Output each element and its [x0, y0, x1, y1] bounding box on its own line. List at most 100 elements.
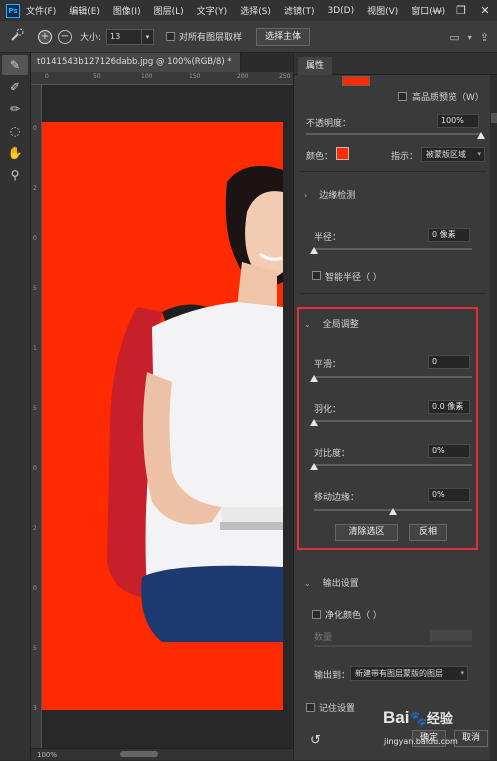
divider	[300, 293, 486, 294]
menu-3d[interactable]: 3D(D)	[327, 6, 354, 16]
tab-properties[interactable]: 属性	[298, 57, 333, 75]
view-mode-thumbnail[interactable]	[342, 76, 370, 86]
menu-filter[interactable]: 滤镜(T)	[284, 4, 315, 17]
ruler-label: 0	[45, 73, 49, 80]
reset-icon[interactable]: ↺	[310, 733, 321, 748]
amount-label: 数量	[314, 633, 333, 643]
menu-edit[interactable]: 编辑(E)	[69, 4, 100, 17]
menu-bar: Ps 文件(F) 编辑(E) 图像(I) 图层(L) 文字(Y) 选择(S) 滤…	[0, 0, 497, 21]
chevron-down-icon[interactable]: ▾	[142, 28, 155, 45]
ruler-label: 50	[93, 73, 101, 80]
ruler-label: 5	[33, 405, 37, 412]
photo-canvas[interactable]	[42, 122, 283, 710]
panel-header: 属性	[294, 53, 497, 75]
watermark-brand-suffix: 经验	[426, 711, 453, 726]
ruler-left: 0 2 0 5 1 5 0 2 0 5 3	[31, 85, 42, 748]
ruler-label: 5	[33, 285, 37, 292]
ruler-label: 0	[33, 585, 37, 592]
smart-radius-checkbox[interactable]	[312, 271, 321, 280]
ruler-label: 150	[189, 73, 201, 80]
watermark-brand: Bai🐾经验	[383, 708, 453, 728]
panel-scroll-thumb[interactable]	[491, 113, 497, 123]
ruler-label: 0	[33, 125, 37, 132]
output-to-value: 新建带有图层蒙版的图层	[355, 669, 443, 678]
hq-preview-label: 高品质预览（W）	[412, 93, 484, 103]
cancel-button[interactable]: 取消	[454, 730, 488, 747]
brush-size-input[interactable]: 13	[106, 28, 143, 45]
ruler-label: 250	[279, 73, 291, 80]
refine-edge-brush-icon[interactable]: ✐	[2, 77, 28, 97]
radius-slider[interactable]	[314, 248, 472, 250]
opacity-input[interactable]: 100%	[437, 114, 479, 128]
hand-icon[interactable]: ✋	[2, 143, 28, 163]
document-tab[interactable]: t0141543b127126dabb.jpg @ 100%(RGB/8) * ×	[31, 53, 241, 72]
paw-icon: 🐾	[409, 710, 427, 726]
opacity-label: 不透明度：	[306, 119, 352, 129]
zoom-icon[interactable]: ⚲	[2, 165, 28, 185]
lasso-icon[interactable]: ◌	[2, 121, 28, 141]
chevron-right-icon: ›	[304, 191, 308, 200]
indicate-value: 被蒙版区域	[426, 150, 466, 159]
minimize-button[interactable]: —	[425, 4, 449, 17]
document-title: t0141543b127126dabb.jpg @ 100%(RGB/8) *	[37, 57, 232, 67]
sample-all-layers-checkbox[interactable]	[166, 32, 176, 41]
indicate-dropdown[interactable]: 被蒙版区域 ▾	[421, 147, 485, 162]
subtract-from-selection-icon[interactable]: −	[58, 29, 72, 44]
ruler-label: 100	[141, 73, 153, 80]
output-settings-title: 输出设置	[322, 579, 359, 589]
highlight-box	[297, 307, 478, 550]
menu-select[interactable]: 选择(S)	[240, 4, 271, 17]
ruler-label: 2	[33, 185, 37, 192]
divider	[300, 171, 486, 172]
color-label: 颜色：	[306, 152, 334, 162]
output-settings-header[interactable]: ⌄ 输出设置	[304, 576, 359, 589]
decontaminate-checkbox[interactable]	[312, 610, 321, 619]
status-bar: 100%	[31, 748, 293, 760]
menu-layer[interactable]: 图层(L)	[154, 4, 184, 17]
chevron-down-icon[interactable]: ▾	[468, 33, 472, 42]
radius-slider-thumb[interactable]	[310, 247, 318, 254]
amount-input	[430, 630, 472, 641]
output-to-dropdown[interactable]: 新建带有图层蒙版的图层 ▾	[350, 666, 468, 681]
menu-view[interactable]: 视图(V)	[367, 4, 398, 17]
quick-selection-brush-icon[interactable]: ✎	[2, 55, 28, 75]
restore-button[interactable]: ❐	[449, 4, 473, 17]
menu-file[interactable]: 文件(F)	[26, 4, 56, 17]
edge-detection-header[interactable]: › 边缘检测	[304, 188, 355, 201]
brush-icon[interactable]: ✏	[2, 99, 28, 119]
ruler-label: 5	[33, 645, 37, 652]
hq-preview-checkbox[interactable]	[398, 92, 407, 101]
output-to-label: 输出到：	[314, 671, 351, 681]
horizontal-scrollbar[interactable]	[120, 751, 158, 757]
watermark-url: jingyan.baidu.com	[384, 737, 458, 746]
radius-input[interactable]: 0 像素	[428, 228, 470, 242]
close-tab-icon[interactable]: ×	[240, 57, 241, 67]
menu-image[interactable]: 图像(I)	[113, 4, 141, 17]
ruler-label: 0	[33, 235, 37, 242]
close-window-button[interactable]: ✕	[473, 4, 497, 17]
panel-scrollbar[interactable]	[490, 75, 497, 760]
menu-type[interactable]: 文字(Y)	[197, 4, 228, 17]
quick-selection-tool-icon[interactable]	[10, 28, 32, 46]
opacity-slider-thumb[interactable]	[477, 132, 485, 139]
select-subject-button[interactable]: 选择主体	[256, 27, 311, 46]
edge-detection-title: 边缘检测	[319, 191, 356, 201]
chevron-down-icon: ▾	[477, 150, 481, 158]
amount-slider	[314, 645, 472, 647]
remember-settings-label: 记住设置	[319, 704, 356, 714]
watermark-brand-text: Bai	[383, 708, 410, 727]
size-label: 大小:	[80, 33, 102, 43]
radius-label: 半径：	[314, 233, 342, 243]
chevron-down-icon: ▾	[460, 669, 464, 677]
indicate-label: 指示：	[391, 152, 419, 162]
ruler-label: 1	[33, 345, 37, 352]
overlay-color-swatch[interactable]	[336, 147, 349, 160]
opacity-slider[interactable]	[306, 133, 481, 135]
workspace-icon[interactable]: ▭	[449, 31, 459, 44]
ruler-label: 0	[33, 465, 37, 472]
ruler-label: 2	[33, 525, 37, 532]
share-icon[interactable]: ⇪	[480, 31, 489, 44]
sample-all-layers-label: 对所有图层取样	[179, 33, 243, 43]
remember-settings-checkbox[interactable]	[306, 703, 315, 712]
add-to-selection-icon[interactable]: +	[38, 29, 52, 44]
